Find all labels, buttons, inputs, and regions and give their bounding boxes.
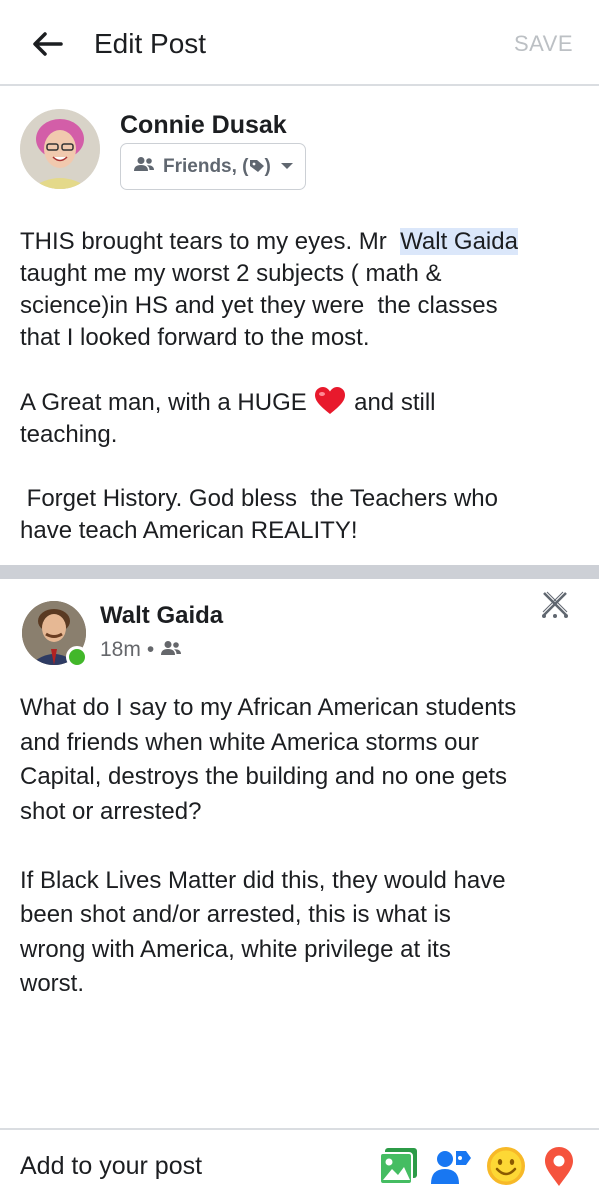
shared-author-name[interactable]: Walt Gaida bbox=[100, 601, 223, 631]
post-time[interactable]: 18m bbox=[100, 638, 141, 662]
online-status-indicator bbox=[66, 646, 88, 668]
feeling-icon[interactable] bbox=[485, 1144, 527, 1188]
author-name[interactable]: Connie Dusak bbox=[120, 110, 287, 140]
back-arrow-icon[interactable] bbox=[28, 26, 68, 62]
audience-selector[interactable]: Friends, () bbox=[120, 143, 306, 190]
photo-icon[interactable] bbox=[378, 1144, 420, 1188]
caret-down-icon bbox=[279, 158, 295, 176]
add-to-post-label[interactable]: Add to your post bbox=[20, 1150, 202, 1182]
tag-icon bbox=[249, 156, 265, 177]
shared-post-text: What do I say to my African American stu… bbox=[20, 694, 517, 997]
page-title: Edit Post bbox=[94, 28, 207, 59]
meta-separator: • bbox=[146, 638, 155, 661]
close-x-icon[interactable] bbox=[537, 586, 573, 622]
audience-label: Friends, () bbox=[163, 155, 271, 177]
friends-icon bbox=[160, 638, 182, 662]
mention-tag[interactable]: Walt Gaida bbox=[400, 228, 518, 255]
add-to-post-bar: Add to your post bbox=[0, 1128, 599, 1200]
shared-post-meta: 18m • bbox=[100, 638, 182, 662]
location-pin-icon[interactable] bbox=[538, 1144, 580, 1188]
save-button[interactable]: SAVE bbox=[514, 30, 573, 58]
post-text-input[interactable]: THIS brought tears to my eyes. Mr Walt G… bbox=[20, 226, 580, 547]
friends-icon bbox=[133, 156, 155, 177]
red-heart-icon bbox=[313, 387, 347, 416]
section-divider bbox=[0, 565, 599, 579]
top-app-bar: Edit Post SAVE bbox=[0, 0, 599, 86]
avatar[interactable] bbox=[20, 109, 100, 189]
tag-people-icon[interactable] bbox=[430, 1144, 472, 1188]
